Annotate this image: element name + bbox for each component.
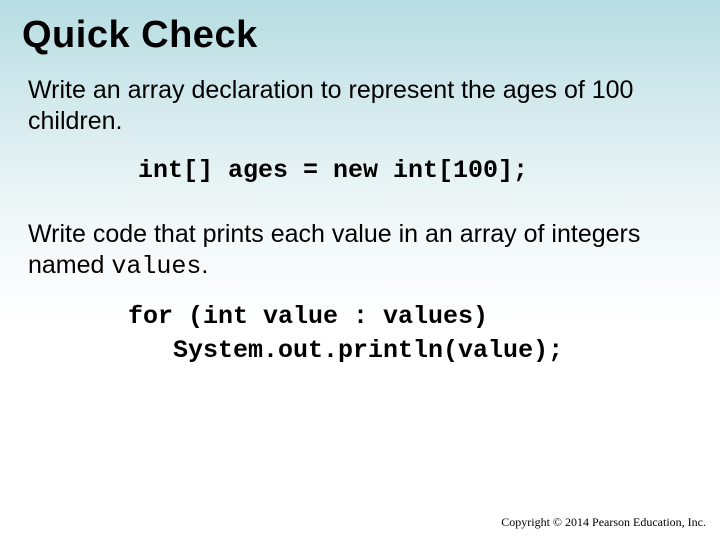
prompt-1: Write an array declaration to represent … xyxy=(28,75,692,138)
code-answer-1: int[] ages = new int[100]; xyxy=(28,156,692,185)
slide-content: Write an array declaration to represent … xyxy=(0,57,720,368)
prompt-2-identifier: values xyxy=(111,252,201,281)
prompt-2: Write code that prints each value in an … xyxy=(28,219,692,283)
copyright-footer: Copyright © 2014 Pearson Education, Inc. xyxy=(501,515,706,530)
prompt-2-post: . xyxy=(201,251,208,279)
code-answer-2: for (int value : values) System.out.prin… xyxy=(28,300,692,368)
slide-title: Quick Check xyxy=(0,0,720,57)
